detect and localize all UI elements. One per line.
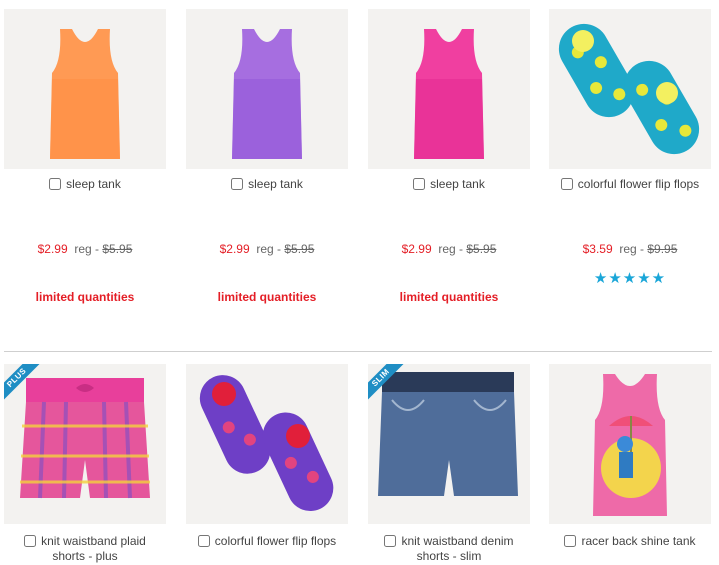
compare-checkbox[interactable] xyxy=(24,535,37,547)
compare-checkbox[interactable] xyxy=(384,535,397,547)
product-name-line2[interactable]: shorts - slim xyxy=(417,549,482,563)
sale-price: $3.59 xyxy=(582,242,613,256)
product-name[interactable]: colorful flower flip flops xyxy=(215,534,336,548)
product-image[interactable] xyxy=(186,9,348,169)
product-image[interactable]: SLIM xyxy=(368,364,530,524)
product-name-line1[interactable]: knit waistband plaid xyxy=(41,534,146,548)
compare-checkbox[interactable] xyxy=(197,535,210,547)
product-image[interactable] xyxy=(4,9,166,169)
compare-checkbox[interactable] xyxy=(231,178,244,190)
slim-badge: SLIM xyxy=(368,364,428,424)
sale-price: $2.99 xyxy=(401,242,432,256)
rating-stars[interactable]: ★★★★★ xyxy=(549,269,711,287)
limited-quantities-note: limited quantities xyxy=(399,290,499,304)
price-row: $2.99 reg - $5.95 xyxy=(186,242,348,256)
product-name[interactable]: sleep tank xyxy=(248,177,303,191)
price-row: $2.99 reg - $5.95 xyxy=(4,242,166,256)
product-image[interactable] xyxy=(186,364,348,524)
regular-price: $5.95 xyxy=(466,242,497,256)
regular-price: $5.95 xyxy=(102,242,133,256)
sale-price: $2.99 xyxy=(219,242,250,256)
product-name-row: sleep tank xyxy=(186,177,348,192)
price-row: $2.99 reg - $5.95 xyxy=(368,242,530,256)
reg-label: reg - xyxy=(256,242,285,256)
reg-label: reg - xyxy=(619,242,648,256)
reg-label: reg - xyxy=(74,242,103,256)
row-divider xyxy=(4,351,712,352)
product-name-row: racer back shine tank xyxy=(549,534,711,549)
product-name[interactable]: sleep tank xyxy=(430,177,485,191)
product-name[interactable]: racer back shine tank xyxy=(581,534,695,548)
product-grid: sleep tank $2.99 reg - $5.95 limited qua… xyxy=(0,0,719,565)
regular-price: $9.95 xyxy=(647,242,678,256)
product-image[interactable]: PLUS xyxy=(4,364,166,524)
product-name-row: colorful flower flip flops xyxy=(186,534,348,549)
product-name-line2[interactable]: shorts - plus xyxy=(52,549,117,563)
product-image[interactable] xyxy=(368,9,530,169)
compare-checkbox[interactable] xyxy=(560,178,573,190)
price-row: $3.59 reg - $9.95 xyxy=(549,242,711,256)
compare-checkbox[interactable] xyxy=(564,535,577,547)
product-name-row: sleep tank xyxy=(368,177,530,192)
limited-quantities-note: limited quantities xyxy=(35,290,135,304)
plus-badge: PLUS xyxy=(4,364,64,424)
product-name[interactable]: colorful flower flip flops xyxy=(578,177,699,191)
product-name-row: sleep tank xyxy=(4,177,166,192)
product-name-row: knit waistband denim shorts - slim xyxy=(368,534,530,564)
sale-price: $2.99 xyxy=(37,242,68,256)
product-name-line1[interactable]: knit waistband denim xyxy=(401,534,513,548)
product-name-row: colorful flower flip flops xyxy=(549,177,711,192)
product-name[interactable]: sleep tank xyxy=(66,177,121,191)
limited-quantities-note: limited quantities xyxy=(217,290,317,304)
reg-label: reg - xyxy=(438,242,467,256)
product-image[interactable] xyxy=(549,364,711,524)
product-name-row: knit waistband plaid shorts - plus xyxy=(4,534,166,564)
compare-checkbox[interactable] xyxy=(413,178,426,190)
compare-checkbox[interactable] xyxy=(49,178,62,190)
regular-price: $5.95 xyxy=(284,242,315,256)
product-image[interactable] xyxy=(549,9,711,169)
